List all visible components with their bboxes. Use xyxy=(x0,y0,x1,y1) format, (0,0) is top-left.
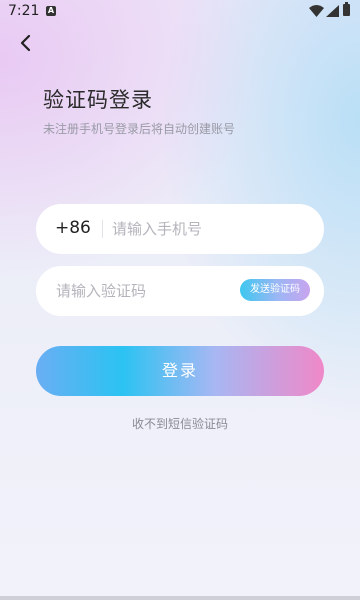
bottom-edge xyxy=(0,596,360,600)
battery-icon xyxy=(343,2,350,16)
signal-icon xyxy=(326,5,339,17)
verification-code-input[interactable] xyxy=(56,280,236,302)
chevron-left-icon xyxy=(20,34,31,52)
page-title: 验证码登录 xyxy=(43,88,153,112)
verification-code-field: 发送验证码 xyxy=(36,266,324,316)
phone-field: +86 xyxy=(36,204,324,254)
back-button[interactable] xyxy=(10,28,40,58)
a-notification-icon: A xyxy=(46,6,56,16)
wifi-icon xyxy=(309,5,324,17)
field-divider xyxy=(102,220,103,238)
status-bar: 7:21 A xyxy=(0,0,360,24)
phone-input[interactable] xyxy=(112,218,312,240)
no-sms-code-link[interactable]: 收不到短信验证码 xyxy=(0,415,360,432)
login-button[interactable]: 登录 xyxy=(36,346,324,396)
page-subtitle: 未注册手机号登录后将自动创建账号 xyxy=(43,122,236,136)
country-code[interactable]: +86 xyxy=(55,218,91,238)
status-time: 7:21 xyxy=(8,3,40,19)
send-code-button[interactable]: 发送验证码 xyxy=(240,279,310,301)
